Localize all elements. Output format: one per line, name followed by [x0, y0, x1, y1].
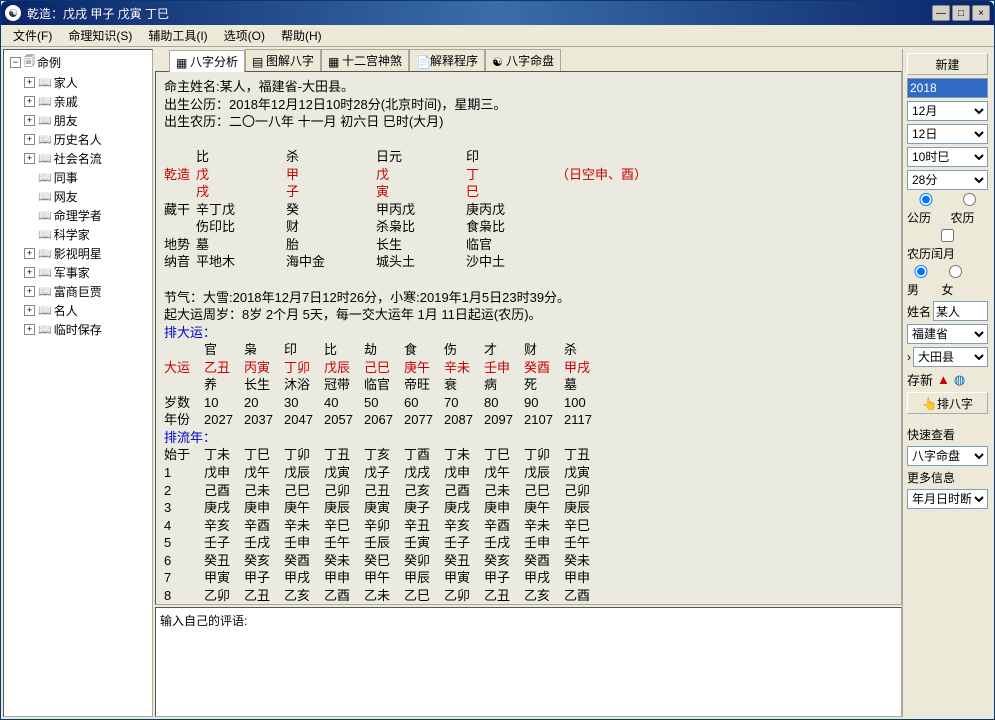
menu-file[interactable]: 文件(F) — [5, 25, 60, 46]
tree-item[interactable]: +📖富商巨贾 — [20, 282, 150, 301]
grid-icon: ▦ — [176, 56, 188, 68]
tree-item[interactable]: 📖网友 — [20, 187, 150, 206]
province-select[interactable]: 福建省 — [907, 324, 988, 344]
header-lunar: 出生农历：二〇一八年 十一月 初六日 巳时(大月) — [164, 113, 893, 131]
tree-item[interactable]: 📖同事 — [20, 168, 150, 187]
tree-item[interactable]: +📖朋友 — [20, 111, 150, 130]
qiyun-line: 起大运周岁：8岁 2个月 5天，每一交大运年 1月 11日起运(农历)。 — [164, 306, 893, 324]
book-icon: 📖 — [38, 285, 52, 298]
header-name: 命主姓名:某人，福建省-大田县。 — [164, 78, 893, 96]
year-input[interactable] — [907, 78, 988, 98]
folder-icon: 🗐 — [24, 53, 35, 72]
close-button[interactable]: × — [972, 5, 990, 21]
more-label: 更多信息 — [907, 469, 988, 486]
name-input[interactable] — [933, 301, 988, 321]
book-icon: 📖 — [38, 228, 52, 241]
tree-root[interactable]: −🗐命例 — [6, 52, 150, 73]
book-icon: 📖 — [38, 247, 52, 260]
day-select[interactable]: 12日 — [907, 124, 988, 144]
book-icon: 📖 — [38, 209, 52, 222]
globe-icon[interactable]: ◍ — [954, 372, 965, 388]
comment-placeholder: 输入自己的评语: — [160, 614, 247, 628]
new-button[interactable]: 新建 — [907, 53, 988, 75]
tree-item[interactable]: 📖命理学者 — [20, 206, 150, 225]
book-icon: 📖 — [38, 171, 52, 184]
window-title: 乾造：戊戌 甲子 戊寅 丁巳 — [27, 5, 932, 22]
paiba-button[interactable]: 👆排八字 — [907, 392, 988, 414]
book-icon: 📖 — [38, 190, 52, 203]
compass-icon: ☯ — [492, 55, 504, 67]
header-solar: 出生公历：2018年12月12日10时28分(北京时间)，星期三。 — [164, 96, 893, 114]
radio-male[interactable]: 男 — [907, 265, 935, 298]
minimize-button[interactable]: — — [932, 5, 950, 21]
book-icon: 📖 — [38, 133, 52, 146]
minute-select[interactable]: 28分 — [907, 170, 988, 190]
dayun-title: 排大运： — [164, 324, 893, 342]
main-content[interactable]: 命主姓名:某人，福建省-大田县。 出生公历：2018年12月12日10时28分(… — [155, 71, 902, 605]
book-icon: 📖 — [38, 304, 52, 317]
jieqi-line: 节气：大雪:2018年12月7日12时26分，小寒:2019年1月5日23时39… — [164, 289, 893, 307]
tree-item[interactable]: +📖亲戚 — [20, 92, 150, 111]
tab-chart[interactable]: ☯八字命盘 — [485, 49, 561, 71]
checkbox-leap[interactable]: 农历闰月 — [907, 229, 988, 262]
radio-solar[interactable]: 公历 — [907, 193, 945, 226]
radio-lunar[interactable]: 农历 — [951, 193, 989, 226]
county-select[interactable]: 大田县 — [913, 347, 988, 367]
book-icon: 📖 — [38, 114, 52, 127]
right-panel: 新建 12月 12日 10时巳 28分 公历 农历 农历闰月 男 女 姓名 福建… — [902, 49, 992, 717]
menubar: 文件(F) 命理知识(S) 辅助工具(I) 选项(O) 帮助(H) — [1, 25, 994, 47]
book-icon: 📖 — [38, 323, 52, 336]
tree-item[interactable]: +📖名人 — [20, 301, 150, 320]
pillars-table: 比杀日元印 乾造戊甲戊丁（日空申、酉） 戌子寅巳 藏干辛丁戊癸甲丙戊庚丙戊 伤印… — [164, 148, 653, 271]
quick-label: 快速查看 — [907, 426, 988, 443]
month-select[interactable]: 12月 — [907, 101, 988, 121]
menu-tools[interactable]: 辅助工具(I) — [140, 25, 215, 46]
tree-item[interactable]: +📖家人 — [20, 73, 150, 92]
tree-item[interactable]: 📖科学家 — [20, 225, 150, 244]
tree-item[interactable]: +📖社会名流 — [20, 149, 150, 168]
up-icon[interactable]: ▲ — [937, 372, 950, 387]
maximize-button[interactable]: □ — [952, 5, 970, 21]
menu-knowledge[interactable]: 命理知识(S) — [60, 25, 140, 46]
sidebar-tree[interactable]: −🗐命例 +📖家人+📖亲戚+📖朋友+📖历史名人+📖社会名流📖同事📖网友📖命理学者… — [3, 49, 153, 717]
tree-item[interactable]: +📖军事家 — [20, 263, 150, 282]
tree-item[interactable]: +📖临时保存 — [20, 320, 150, 339]
tab-bazi-analysis[interactable]: ▦八字分析 — [169, 50, 245, 72]
book-icon: 📖 — [38, 95, 52, 108]
tab-palaces[interactable]: ▦十二宫神煞 — [321, 49, 409, 71]
comment-box[interactable]: 输入自己的评语: — [155, 607, 902, 717]
tab-bar: ▦八字分析 ▤图解八字 ▦十二宫神煞 📄解释程序 ☯八字命盘 — [155, 49, 902, 71]
table-icon: ▦ — [328, 55, 340, 67]
tree-item[interactable]: +📖影视明星 — [20, 244, 150, 263]
doc-icon: 📄 — [416, 55, 428, 67]
menu-help[interactable]: 帮助(H) — [273, 25, 330, 46]
liunian-title: 排流年： — [164, 429, 893, 447]
menu-options[interactable]: 选项(O) — [216, 25, 273, 46]
book-icon: 📖 — [38, 266, 52, 279]
more-select[interactable]: 年月日时断命 — [907, 489, 988, 509]
tab-explain[interactable]: 📄解释程序 — [409, 49, 485, 71]
hour-select[interactable]: 10时巳 — [907, 147, 988, 167]
tab-diagram[interactable]: ▤图解八字 — [245, 49, 321, 71]
book-icon: 📖 — [38, 152, 52, 165]
name-label: 姓名 — [907, 303, 931, 320]
book-icon: 📖 — [38, 76, 52, 89]
hand-icon: 👆 — [922, 397, 937, 411]
radio-female[interactable]: 女 — [941, 265, 969, 298]
quick-select[interactable]: 八字命盘 — [907, 446, 988, 466]
chart-icon: ▤ — [252, 55, 264, 67]
app-icon: ☯ — [5, 5, 21, 21]
save-label: 存新 — [907, 370, 933, 389]
tree-item[interactable]: +📖历史名人 — [20, 130, 150, 149]
titlebar: ☯ 乾造：戊戌 甲子 戊寅 丁巳 — □ × — [1, 1, 994, 25]
